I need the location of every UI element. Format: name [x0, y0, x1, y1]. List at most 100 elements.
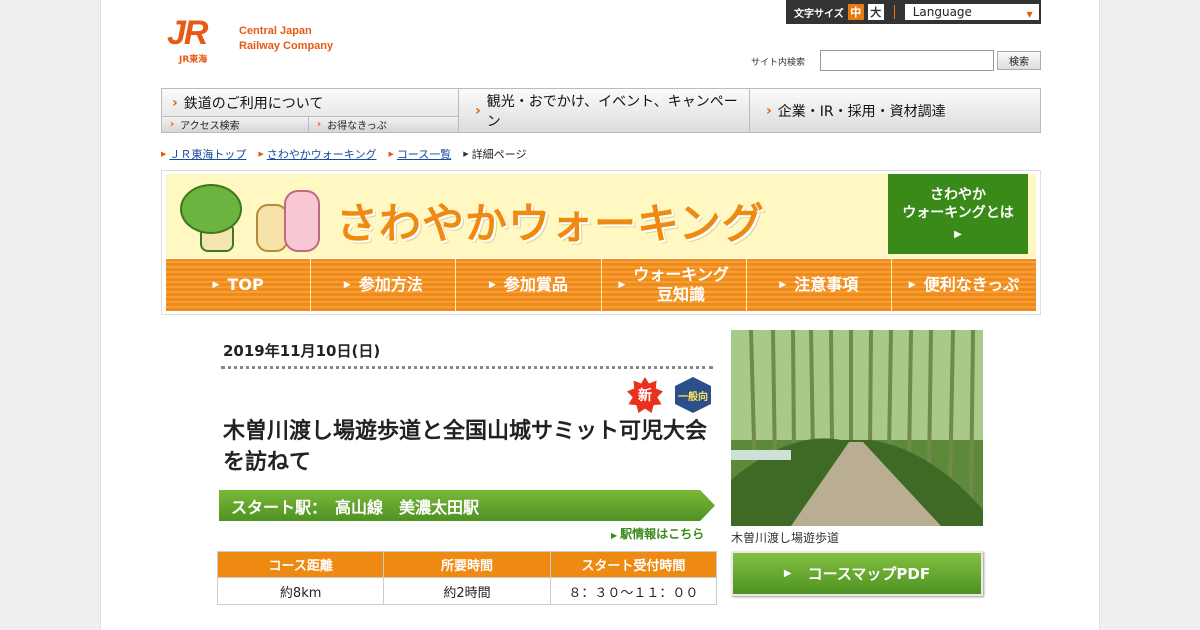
arrow-right-icon: ›: [766, 102, 772, 119]
nav-access-search[interactable]: › アクセス検索: [162, 116, 309, 132]
subnav-prizes[interactable]: ▶ 参加賞品: [456, 259, 602, 311]
site-search-label: サイト内検索: [751, 58, 806, 68]
triangle-right-icon: ▶: [212, 280, 220, 290]
banner-header: さわやかウォーキング さわやか ウォーキングとは ▶: [166, 174, 1036, 258]
nav-tourism-label: 観光・おでかけ、イベント、キャンペーン: [486, 93, 738, 130]
subnav-notes[interactable]: ▶ 注意事項: [747, 259, 892, 311]
start-reception-time: ８：３０～１１：００: [549, 577, 718, 605]
subnav-how-to-join[interactable]: ▶ 参加方法: [311, 259, 457, 311]
banner-title[interactable]: さわやかウォーキング: [336, 190, 765, 251]
event-date: 2019年11月10日(日): [223, 342, 381, 360]
breadcrumb-link-course-list[interactable]: コース一覧: [397, 146, 451, 162]
font-size-label: 文字サイズ: [794, 8, 844, 20]
arrow-right-icon: ›: [317, 119, 322, 130]
utility-bar: 文字サイズ 中 大 Language ▼: [786, 0, 1041, 24]
company-name: Central Japan Railway Company: [239, 24, 333, 54]
breadcrumb-item[interactable]: ▶ コース一覧: [388, 146, 451, 162]
course-map-pdf-button[interactable]: ▶ コースマップPDF: [731, 551, 983, 596]
photo-caption: 木曽川渡し場遊歩道: [731, 531, 840, 545]
turtle-mascot-icon: [180, 184, 242, 234]
about-walking-line2: ウォーキングとは: [902, 205, 1014, 221]
subnav-prizes-label: 参加賞品: [503, 275, 568, 294]
station-info-link[interactable]: ▶ 駅情報はこちら: [611, 525, 704, 542]
search-button[interactable]: 検索: [997, 51, 1041, 70]
subnav-walking-tips[interactable]: ▶ ウォーキング 豆知識: [602, 259, 747, 311]
triangle-right-icon: ▶: [388, 150, 394, 158]
breadcrumb-item[interactable]: ▶ ＪＲ東海トップ: [161, 146, 246, 162]
triangle-right-icon: ▶: [161, 150, 167, 158]
chevron-down-icon: ▼: [1026, 10, 1033, 19]
triangle-right-icon: ▶: [343, 280, 351, 290]
triangle-right-icon: ▶: [783, 568, 792, 579]
walking-banner: さわやかウォーキング さわやか ウォーキングとは ▶ ▶ TOP ▶ 参加方法 ▶ 参…: [161, 170, 1041, 315]
triangle-right-icon: ▶: [908, 280, 916, 290]
arrow-right-icon: ›: [170, 119, 175, 130]
table-header: コース距離: [216, 551, 385, 578]
walking-subnav: ▶ TOP ▶ 参加方法 ▶ 参加賞品 ▶ ウォーキング 豆知識 ▶ 注意事項 ▶ 便利なきっ…: [166, 259, 1036, 311]
jr-logo-subtext: JR東海: [179, 55, 208, 65]
nav-access-search-label: アクセス検索: [180, 121, 240, 132]
rabbit-mascot-icon: [284, 190, 320, 252]
course-photo: [731, 330, 983, 526]
about-walking-line1: さわやか: [930, 187, 986, 203]
subnav-top[interactable]: ▶ TOP: [166, 259, 312, 311]
nav-corporate-label: 企業・IR・採用・資材調達: [777, 103, 946, 120]
general-course-badge: 一般向: [675, 377, 711, 413]
subnav-notes-label: 注意事項: [794, 275, 859, 294]
subnav-tickets[interactable]: ▶ 便利なきっぷ: [892, 259, 1036, 311]
arrow-right-icon: ›: [475, 102, 481, 119]
about-walking-button[interactable]: さわやか ウォーキングとは ▶: [888, 174, 1028, 254]
breadcrumb-item[interactable]: ▶ さわやかウォーキング: [258, 146, 376, 162]
breadcrumb-link-jr-top[interactable]: ＪＲ東海トップ: [169, 146, 246, 162]
course-title: 木曽川渡し場遊歩道と全国山城サミット可児大会を訪ねて: [223, 419, 708, 475]
nav-railway-label: 鉄道のご利用について: [183, 95, 324, 112]
nav-discount-tickets[interactable]: › お得なきっぷ: [309, 116, 458, 132]
breadcrumb-current-label: 詳細ページ: [471, 148, 527, 161]
global-nav: › 鉄道のご利用について › アクセス検索 › お得なきっぷ › 観光・おでかけ…: [161, 88, 1041, 133]
subnav-walking-tips-line1: ウォーキング: [633, 265, 729, 284]
start-station-bar: スタート駅： 高山線 美濃太田駅: [219, 490, 715, 521]
subnav-walking-tips-line2: 豆知識: [657, 285, 706, 304]
course-info-table: コース距離 所要時間 スタート受付時間 約8km 約2時間 ８：３０～１１：００: [216, 551, 718, 605]
company-name-line1: Central Japan: [239, 25, 312, 37]
table-row: 約8km 約2時間 ８：３０～１１：００: [216, 577, 718, 605]
triangle-right-icon: ▶: [463, 150, 469, 158]
triangle-right-icon: ▶: [618, 280, 626, 290]
subnav-top-label: TOP: [227, 275, 264, 294]
course-distance: 約8km: [216, 577, 385, 605]
subnav-walking-tips-label: ウォーキング 豆知識: [633, 265, 729, 305]
bamboo-path-image: [731, 330, 983, 526]
font-size-medium-button[interactable]: 中: [847, 4, 864, 20]
breadcrumb-link-walking[interactable]: さわやかウォーキング: [267, 146, 377, 162]
new-course-badge: 新: [627, 377, 663, 413]
dotted-divider: [221, 366, 713, 369]
jr-central-logo[interactable]: JR JR東海 Central Japan Railway Company: [163, 14, 363, 65]
triangle-right-icon: ▶: [779, 280, 787, 290]
breadcrumb-current: ▶ 詳細ページ: [463, 146, 526, 162]
arrow-right-icon: ›: [172, 94, 178, 111]
jr-logo-mark: JR: [167, 14, 208, 52]
table-header-row: コース距離 所要時間 スタート受付時間: [216, 551, 718, 578]
course-duration: 約2時間: [383, 577, 551, 605]
page-container: JR JR東海 Central Japan Railway Company 文字…: [100, 0, 1100, 630]
language-label: Language: [912, 5, 972, 19]
search-input[interactable]: [820, 50, 994, 71]
triangle-right-icon: ▶: [611, 531, 618, 540]
table-header: スタート受付時間: [549, 551, 718, 578]
company-name-line2: Railway Company: [239, 40, 334, 52]
divider: [893, 5, 895, 19]
language-select[interactable]: Language ▼: [904, 4, 1039, 20]
nav-discount-tickets-label: お得なきっぷ: [327, 121, 387, 132]
font-size-large-button[interactable]: 大: [867, 4, 884, 20]
subnav-tickets-label: 便利なきっぷ: [923, 275, 1020, 294]
breadcrumb: ▶ ＪＲ東海トップ ▶ さわやかウォーキング ▶ コース一覧 ▶ 詳細ページ: [161, 146, 526, 162]
nav-railway[interactable]: › 鉄道のご利用について: [162, 89, 458, 116]
triangle-right-icon: ▶: [954, 229, 962, 240]
station-info-link-label: 駅情報はこちら: [620, 527, 705, 541]
nav-tourism[interactable]: › 観光・おでかけ、イベント、キャンペーン: [458, 89, 750, 132]
triangle-right-icon: ▶: [258, 150, 264, 158]
course-map-pdf-label: コースマップPDF: [807, 565, 931, 583]
triangle-right-icon: ▶: [488, 280, 496, 290]
nav-corporate[interactable]: › 企業・IR・採用・資材調達: [750, 89, 1040, 132]
table-header: 所要時間: [383, 551, 551, 578]
